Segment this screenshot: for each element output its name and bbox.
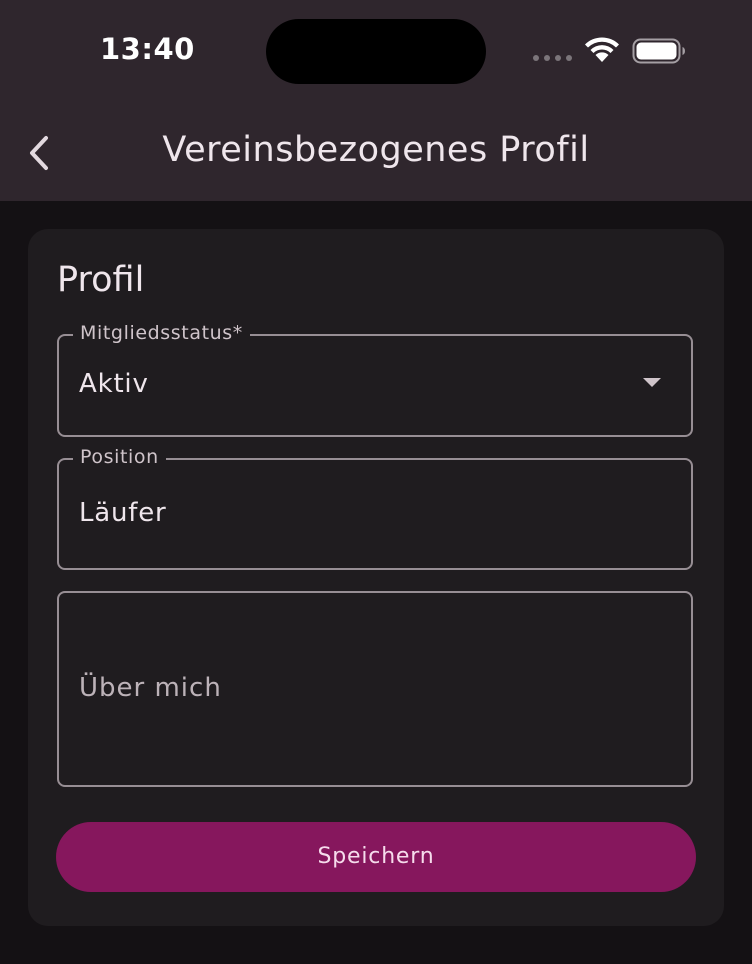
status-time: 13:40 xyxy=(100,32,195,66)
position-field[interactable]: Position Läufer xyxy=(57,444,693,570)
screen: 13:40 Vereinsbezogenes Profil Profil Mit… xyxy=(0,0,752,964)
profile-card: Profil Mitgliedsstatus* Aktiv Position L… xyxy=(28,229,724,926)
position-value: Läufer xyxy=(79,498,167,528)
wifi-icon xyxy=(585,37,619,62)
position-label: Position xyxy=(73,444,166,470)
dynamic-island xyxy=(266,19,486,84)
dropdown-arrow-icon[interactable] xyxy=(643,378,661,387)
member-status-label: Mitgliedsstatus* xyxy=(73,320,250,346)
about-me-placeholder: Über mich xyxy=(79,673,222,703)
about-me-textarea[interactable]: Über mich xyxy=(57,591,693,787)
battery-icon xyxy=(632,38,685,64)
member-status-value: Aktiv xyxy=(79,369,149,399)
top-bar: 13:40 Vereinsbezogenes Profil xyxy=(0,0,752,201)
card-title: Profil xyxy=(57,260,145,300)
cellular-signal-icon xyxy=(533,55,573,63)
page-title: Vereinsbezogenes Profil xyxy=(162,130,590,170)
save-button[interactable]: Speichern xyxy=(56,822,696,892)
member-status-dropdown[interactable]: Mitgliedsstatus* Aktiv xyxy=(57,320,693,437)
